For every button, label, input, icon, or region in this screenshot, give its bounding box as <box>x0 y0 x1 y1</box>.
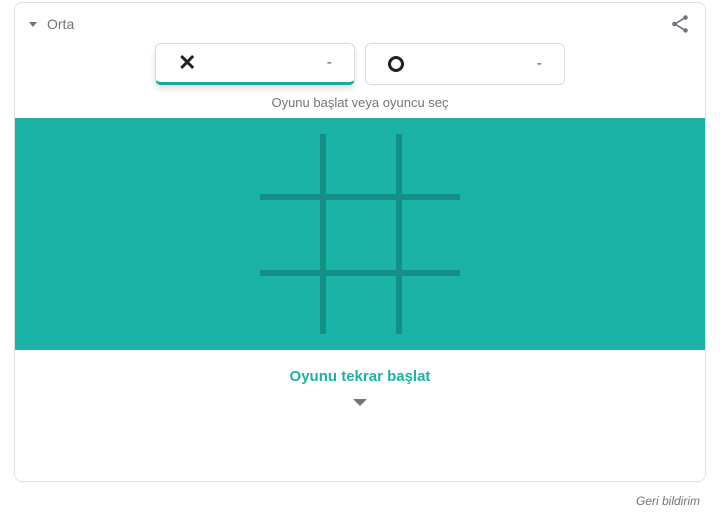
x-mark-icon: ✕ <box>178 52 196 74</box>
cell-1-0[interactable] <box>246 196 322 272</box>
restart-button[interactable]: Oyunu tekrar başlat <box>15 350 705 395</box>
cell-0-1[interactable] <box>322 120 398 196</box>
o-mark-icon <box>388 56 404 72</box>
feedback-link[interactable]: Geri bildirim <box>636 494 700 508</box>
header: Orta <box>15 3 705 41</box>
player-x-card[interactable]: ✕ - <box>155 43 355 85</box>
player-selector: ✕ - - <box>15 43 705 85</box>
difficulty-dropdown[interactable]: Orta <box>29 16 74 32</box>
cell-2-2[interactable] <box>398 272 474 348</box>
cell-2-0[interactable] <box>246 272 322 348</box>
player-o-card[interactable]: - <box>365 43 565 85</box>
chevron-down-icon <box>353 399 367 406</box>
cell-1-1[interactable] <box>322 196 398 272</box>
board-area <box>15 118 705 350</box>
cell-1-2[interactable] <box>398 196 474 272</box>
difficulty-label: Orta <box>47 16 74 32</box>
cell-2-1[interactable] <box>322 272 398 348</box>
share-icon <box>669 13 691 35</box>
chevron-down-icon <box>29 22 37 27</box>
game-card: Orta ✕ - - Oyunu başlat veya oyuncu seç <box>14 2 706 482</box>
cell-0-0[interactable] <box>246 120 322 196</box>
share-button[interactable] <box>669 13 691 35</box>
o-score: - <box>537 55 542 73</box>
cell-0-2[interactable] <box>398 120 474 196</box>
instruction-text: Oyunu başlat veya oyuncu seç <box>15 95 705 110</box>
tic-tac-toe-board <box>246 120 474 348</box>
x-score: - <box>327 54 332 72</box>
expand-button[interactable] <box>15 395 705 416</box>
board-grid <box>246 120 474 348</box>
